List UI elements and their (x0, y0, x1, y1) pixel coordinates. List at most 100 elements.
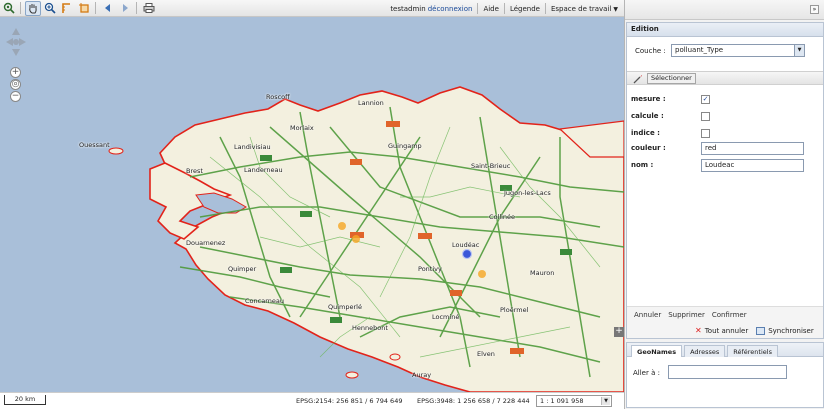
edition-panel: Edition Couche : polluant_Type ▼ Sélecti… (626, 22, 824, 339)
edition-title: Edition (627, 23, 823, 37)
mesure-checkbox[interactable]: ✓ (701, 95, 710, 104)
place-label: Pontivy (418, 265, 442, 273)
place-label: Concarneau (245, 297, 284, 305)
toolbar-separator (503, 3, 505, 14)
layer-select[interactable]: polluant_Type ▼ (671, 44, 805, 57)
map-canvas (108, 86, 624, 392)
place-label: Guingamp (388, 142, 422, 150)
place-label: Jugon-les-Lacs (504, 189, 551, 197)
tab-referentiels[interactable]: Référentiels (727, 345, 778, 357)
measure-area-icon[interactable] (76, 1, 92, 16)
cancel-all-button[interactable]: ✕ Tout annuler (695, 326, 748, 335)
brush-icon[interactable] (633, 74, 643, 84)
toolbar-right: testadmin déconnexion Aide Légende Espac… (390, 0, 618, 17)
field-label: couleur : (631, 144, 666, 152)
zoom-control: + ◎ − (10, 67, 22, 103)
workspace-label: Espace de travail (550, 4, 612, 13)
couleur-input[interactable]: red (701, 142, 804, 155)
field-mesure: mesure : ✓ (631, 93, 821, 107)
zoom-max-extent-icon[interactable] (1, 1, 17, 16)
toolbar-separator (477, 3, 479, 14)
zoom-world-button[interactable]: ◎ (10, 79, 21, 90)
edition-actions: Annuler Supprimer Confirmer (634, 311, 747, 319)
coord-epsg-3948: EPSG:3948: 1 256 658 / 7 228 444 (417, 397, 530, 405)
goto-label: Aller à : (633, 369, 660, 377)
expand-panel-button[interactable]: + (614, 327, 624, 337)
field-calcule: calcule : (631, 110, 821, 124)
next-view-icon[interactable] (117, 1, 133, 16)
chevron-down-icon: ▼ (613, 5, 618, 13)
scale-bar: 20 km (4, 395, 46, 405)
confirm-button[interactable]: Confirmer (712, 311, 747, 319)
calcule-checkbox[interactable] (701, 112, 710, 121)
place-label: Landerneau (244, 166, 283, 174)
logout-link[interactable]: déconnexion (428, 5, 473, 13)
close-icon: ✕ (695, 326, 702, 335)
indice-checkbox[interactable] (701, 129, 710, 138)
measure-length-icon[interactable] (59, 1, 75, 16)
field-label: calcule : (631, 112, 664, 120)
place-label: Lannion (358, 99, 384, 107)
user-name: testadmin (390, 4, 426, 13)
place-label: Quimper (228, 265, 257, 273)
field-indice: indice : (631, 127, 821, 141)
field-label: indice : (631, 129, 660, 137)
help-link[interactable]: Aide (483, 5, 498, 13)
tab-adresses[interactable]: Adresses (684, 345, 726, 357)
place-label: Auray (412, 371, 432, 379)
place-label: Quimperlé (328, 303, 362, 311)
right-panel: » Edition Couche : polluant_Type ▼ Sélec… (624, 0, 824, 409)
cancel-button[interactable]: Annuler (634, 311, 661, 319)
toolbar-separator (95, 2, 96, 14)
place-label: Brest (186, 167, 203, 175)
chevron-down-icon: ▼ (794, 45, 804, 56)
tab-geonames[interactable]: GeoNames (631, 345, 683, 357)
scale-select[interactable]: 1 : 1 091 958 ▼ (536, 395, 612, 407)
sync-icon (756, 326, 766, 335)
place-label: Morlaix (290, 124, 314, 132)
pan-hand-icon[interactable] (25, 0, 41, 16)
toolbar-separator (544, 3, 546, 14)
place-label: Elven (477, 350, 495, 358)
synchronize-button[interactable]: Synchroniser (756, 326, 814, 335)
field-nom: nom : Loudeac (631, 159, 821, 173)
field-couleur: couleur : red (631, 142, 821, 156)
zoom-out-button[interactable]: − (10, 91, 21, 102)
nom-input[interactable]: Loudeac (701, 159, 804, 172)
workspace-menu[interactable]: Espace de travail ▼ (551, 5, 618, 13)
print-icon[interactable] (141, 1, 157, 16)
goto-input[interactable] (668, 365, 787, 379)
zoom-in-icon[interactable] (42, 1, 58, 16)
place-label: Ploërmel (500, 306, 529, 314)
scale-value: 1 : 1 091 958 (540, 397, 584, 405)
place-label: Landivisiau (234, 143, 271, 151)
coord-epsg-2154: EPSG:2154: 256 851 / 6 794 649 (296, 397, 403, 405)
chevron-down-icon: ▼ (601, 397, 610, 405)
place-label: Loudéac (452, 241, 480, 249)
collapse-icon[interactable]: » (810, 5, 819, 14)
place-label: Collinée (489, 213, 516, 221)
status-bar: 20 km EPSG:2154: 256 851 / 6 794 649 EPS… (0, 392, 624, 409)
place-label: Roscoff (266, 93, 290, 101)
zoom-in-button[interactable]: + (10, 67, 21, 78)
place-label: Mauron (530, 269, 555, 277)
previous-view-icon[interactable] (100, 1, 116, 16)
field-label: nom : (631, 161, 654, 169)
map-toolbar: testadmin déconnexion Aide Légende Espac… (0, 0, 626, 17)
geo-panel: GeoNames Adresses Référentiels Aller à : (626, 342, 824, 408)
pan-control[interactable] (5, 27, 27, 57)
place-label: Locminé (432, 313, 460, 321)
select-button[interactable]: Sélectionner (647, 73, 696, 84)
legend-link[interactable]: Légende (510, 5, 540, 13)
place-label: Ouessant (79, 141, 110, 149)
geo-tabs: GeoNames Adresses Référentiels (627, 343, 823, 357)
delete-button[interactable]: Supprimer (668, 311, 705, 319)
layer-value: polluant_Type (675, 46, 724, 54)
place-label: Saint-Brieuc (471, 162, 511, 170)
field-label: mesure : (631, 95, 666, 103)
map-view[interactable]: + ◎ − Roscoff Ouessant Landivisiau Morla… (0, 17, 624, 392)
place-label: Hennebont (352, 324, 388, 332)
edition-actions-secondary: ✕ Tout annuler Synchroniser (695, 326, 814, 335)
edition-footer: Annuler Supprimer Confirmer ✕ Tout annule… (627, 306, 823, 338)
layer-label: Couche : (635, 47, 666, 55)
